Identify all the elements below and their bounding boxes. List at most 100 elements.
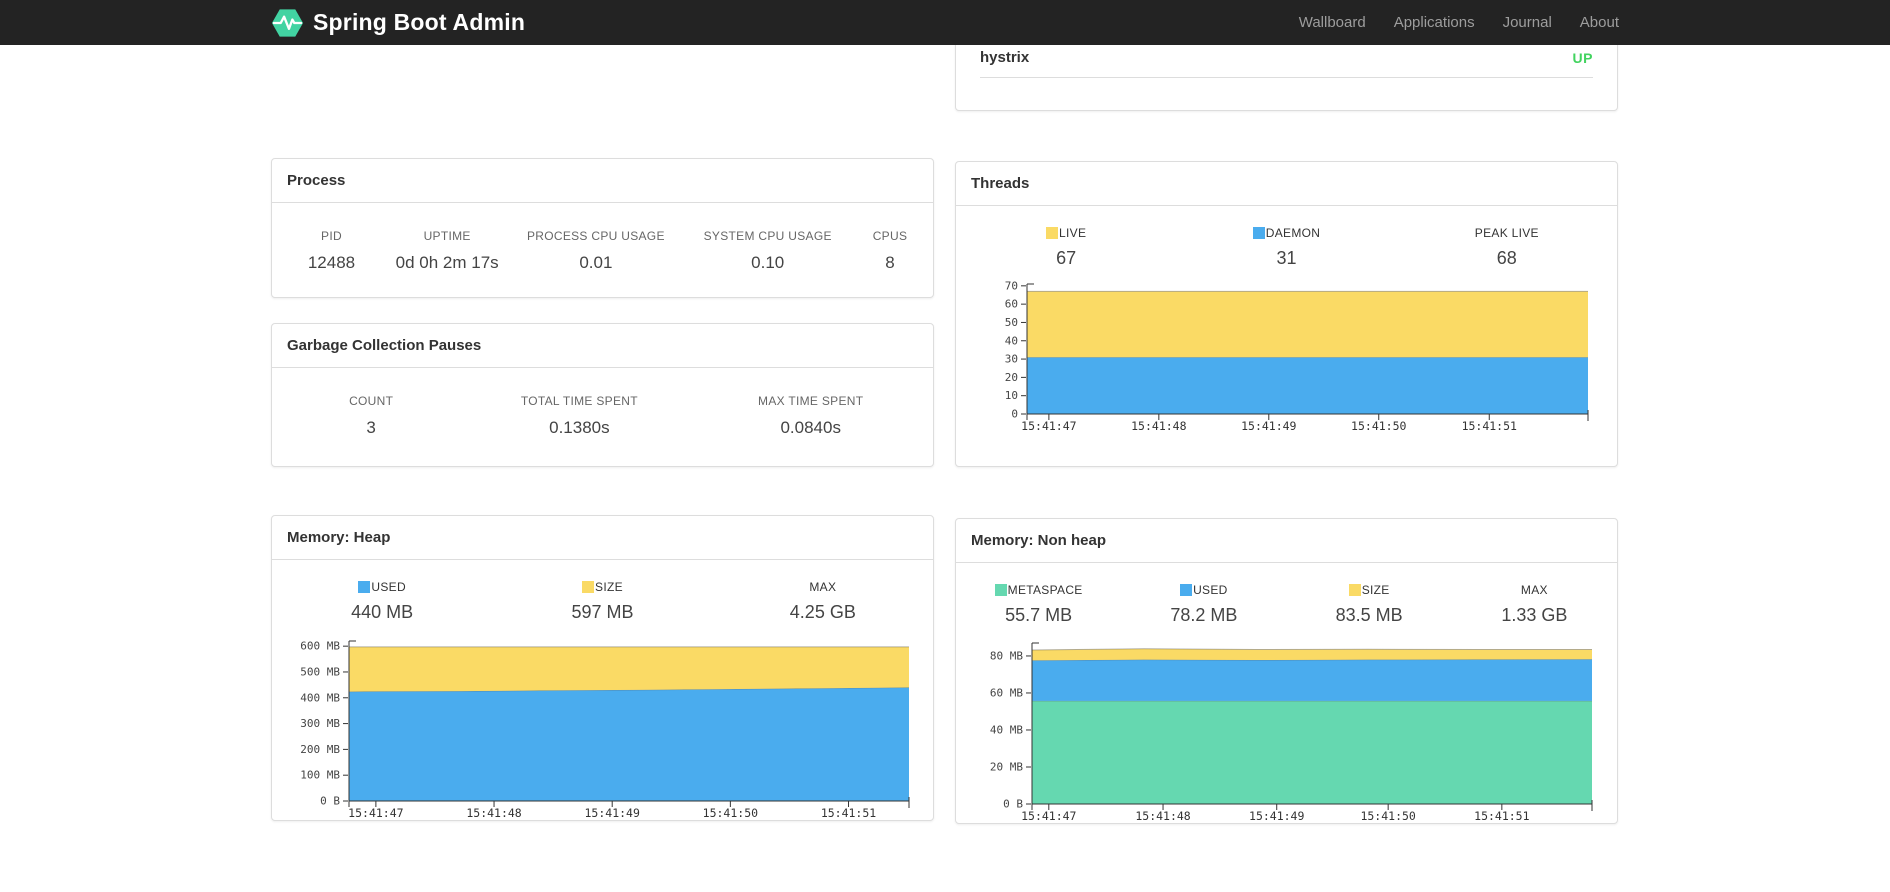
metric-process-cpu: PROCESS CPU USAGE 0.01 [503, 229, 688, 273]
svg-text:15:41:49: 15:41:49 [1249, 809, 1304, 823]
nav-links: Wallboard Applications Journal About [1285, 14, 1619, 32]
status-badge: UP [1572, 50, 1593, 66]
spring-boot-admin-logo-icon [271, 8, 304, 37]
legend-value: 4.25 GB [789, 602, 856, 622]
metric-value: 0.10 [751, 253, 785, 272]
metric-gc-total-time: TOTAL TIME SPENT 0.1380s [470, 394, 688, 438]
svg-text:60: 60 [1005, 298, 1018, 311]
metric-label: MAX TIME SPENT [758, 394, 864, 408]
metric-label: CPUS [872, 229, 908, 243]
size-swatch-icon [1348, 584, 1361, 596]
gc-metrics: COUNT 3 TOTAL TIME SPENT 0.1380s MAX TIM… [272, 368, 933, 438]
legend-label: USED [1193, 583, 1228, 597]
metric-value: 3 [366, 418, 376, 437]
legend-label: MAX [1520, 583, 1548, 597]
svg-text:0: 0 [1011, 408, 1018, 421]
metric-value: 0.01 [579, 253, 613, 272]
main-content: Process PID 12488 UPTIME 0d 0h 2m 17s PR… [271, 0, 1619, 824]
metric-value: 0.0840s [780, 418, 841, 437]
threads-chart: 0 10 20 30 40 50 60 70 15:41:47 15:41:48 15:41:49 1… [956, 271, 1617, 461]
memory-heap-legend: USED 440 MB SIZE 597 MB MAX 4.25 GB [272, 560, 933, 623]
legend-value: 440 MB [351, 602, 414, 622]
used-swatch-icon [358, 581, 371, 593]
legend-value: 31 [1276, 248, 1297, 268]
svg-text:15:41:47: 15:41:47 [1021, 419, 1076, 433]
svg-text:10: 10 [1005, 389, 1018, 402]
legend-value: 83.5 MB [1335, 605, 1403, 625]
svg-text:600 MB: 600 MB [300, 640, 340, 653]
brand[interactable]: Spring Boot Admin [271, 8, 525, 38]
memory-heap-panel: Memory: Heap USED 440 MB SIZE 597 MB MAX… [271, 515, 934, 821]
process-panel: Process PID 12488 UPTIME 0d 0h 2m 17s PR… [271, 158, 934, 298]
legend-used: USED 78.2 MB [1121, 583, 1286, 626]
svg-text:15:41:47: 15:41:47 [348, 806, 403, 820]
svg-text:15:41:50: 15:41:50 [1360, 809, 1415, 823]
svg-text:15:41:51: 15:41:51 [1462, 419, 1517, 433]
gc-panel: Garbage Collection Pauses COUNT 3 TOTAL … [271, 323, 934, 467]
legend-metaspace: METASPACE 55.7 MB [956, 583, 1121, 626]
legend-size: SIZE 597 MB [492, 580, 712, 623]
threads-panel: Threads LIVE 67 DAEMON 31 PEAK LIVE 68 0… [955, 161, 1618, 467]
svg-text:15:41:51: 15:41:51 [1474, 809, 1529, 823]
nav-link-about[interactable]: About [1580, 14, 1619, 31]
application-name[interactable]: hystrix [980, 49, 1029, 66]
svg-text:15:41:48: 15:41:48 [1135, 809, 1190, 823]
metric-label: COUNT [349, 394, 394, 408]
svg-text:0 B: 0 B [320, 795, 340, 808]
memory-nonheap-chart: 0 B 20 MB 40 MB 60 MB 80 MB 15:41:47 15:41:48 1… [956, 628, 1617, 825]
memory-nonheap-panel-heading: Memory: Non heap [956, 519, 1617, 563]
svg-text:15:41:49: 15:41:49 [585, 806, 640, 820]
svg-text:80 MB: 80 MB [990, 649, 1023, 662]
metric-value: 0.1380s [549, 418, 610, 437]
legend-label: LIVE [1059, 226, 1087, 240]
metric-cpus: CPUS 8 [847, 229, 933, 273]
metric-value: 12488 [307, 253, 356, 272]
threads-panel-title: Threads [971, 175, 1030, 192]
process-panel-title: Process [287, 172, 346, 189]
legend-label: SIZE [595, 580, 623, 594]
svg-text:100 MB: 100 MB [300, 769, 340, 782]
legend-size: SIZE 83.5 MB [1287, 583, 1452, 626]
nav-link-wallboard[interactable]: Wallboard [1299, 14, 1366, 31]
svg-text:70: 70 [1005, 279, 1018, 292]
nav-link-applications[interactable]: Applications [1394, 14, 1475, 31]
process-metrics: PID 12488 UPTIME 0d 0h 2m 17s PROCESS CP… [272, 203, 933, 273]
metric-system-cpu: SYSTEM CPU USAGE 0.10 [688, 229, 847, 273]
legend-value: 1.33 GB [1501, 605, 1568, 625]
metric-gc-count: COUNT 3 [272, 394, 470, 438]
gc-panel-heading: Garbage Collection Pauses [272, 324, 933, 368]
svg-text:15:41:49: 15:41:49 [1241, 419, 1296, 433]
legend-label: METASPACE [1007, 583, 1083, 597]
memory-heap-panel-title: Memory: Heap [287, 529, 391, 546]
legend-label: PEAK LIVE [1474, 226, 1539, 240]
threads-legend: LIVE 67 DAEMON 31 PEAK LIVE 68 [956, 206, 1617, 269]
metaspace-swatch-icon [994, 584, 1007, 596]
top-navbar: Spring Boot Admin Wallboard Applications… [0, 0, 1890, 45]
memory-nonheap-panel: Memory: Non heap METASPACE 55.7 MB USED … [955, 518, 1618, 824]
gc-panel-title: Garbage Collection Pauses [287, 337, 482, 354]
metric-uptime: UPTIME 0d 0h 2m 17s [391, 229, 503, 273]
legend-value: 597 MB [571, 602, 634, 622]
metric-value: 8 [885, 253, 895, 272]
svg-text:15:41:48: 15:41:48 [466, 806, 521, 820]
metric-value: 0d 0h 2m 17s [395, 253, 499, 272]
legend-value: 78.2 MB [1170, 605, 1238, 625]
nav-link-journal[interactable]: Journal [1503, 14, 1552, 31]
svg-text:15:41:47: 15:41:47 [1021, 809, 1076, 823]
metric-label: SYSTEM CPU USAGE [703, 229, 832, 243]
memory-heap-chart: 0 B 100 MB 200 MB 300 MB 400 MB 500 MB 600 MB 1… [272, 625, 933, 822]
metric-gc-max-time: MAX TIME SPENT 0.0840s [688, 394, 933, 438]
process-panel-heading: Process [272, 159, 933, 203]
legend-label: SIZE [1361, 583, 1390, 597]
metric-label: UPTIME [423, 229, 471, 243]
svg-text:20: 20 [1005, 371, 1018, 384]
svg-text:300 MB: 300 MB [300, 717, 340, 730]
legend-daemon: DAEMON 31 [1176, 226, 1396, 269]
right-column: hystrix UP Threads LIVE 67 DAEMON 31 PEA… [955, 10, 1618, 824]
svg-text:60 MB: 60 MB [990, 686, 1023, 699]
svg-text:40: 40 [1005, 334, 1018, 347]
legend-label: USED [371, 580, 406, 594]
left-column: Process PID 12488 UPTIME 0d 0h 2m 17s PR… [271, 45, 934, 824]
svg-text:20 MB: 20 MB [990, 760, 1023, 773]
legend-value: 68 [1496, 248, 1517, 268]
